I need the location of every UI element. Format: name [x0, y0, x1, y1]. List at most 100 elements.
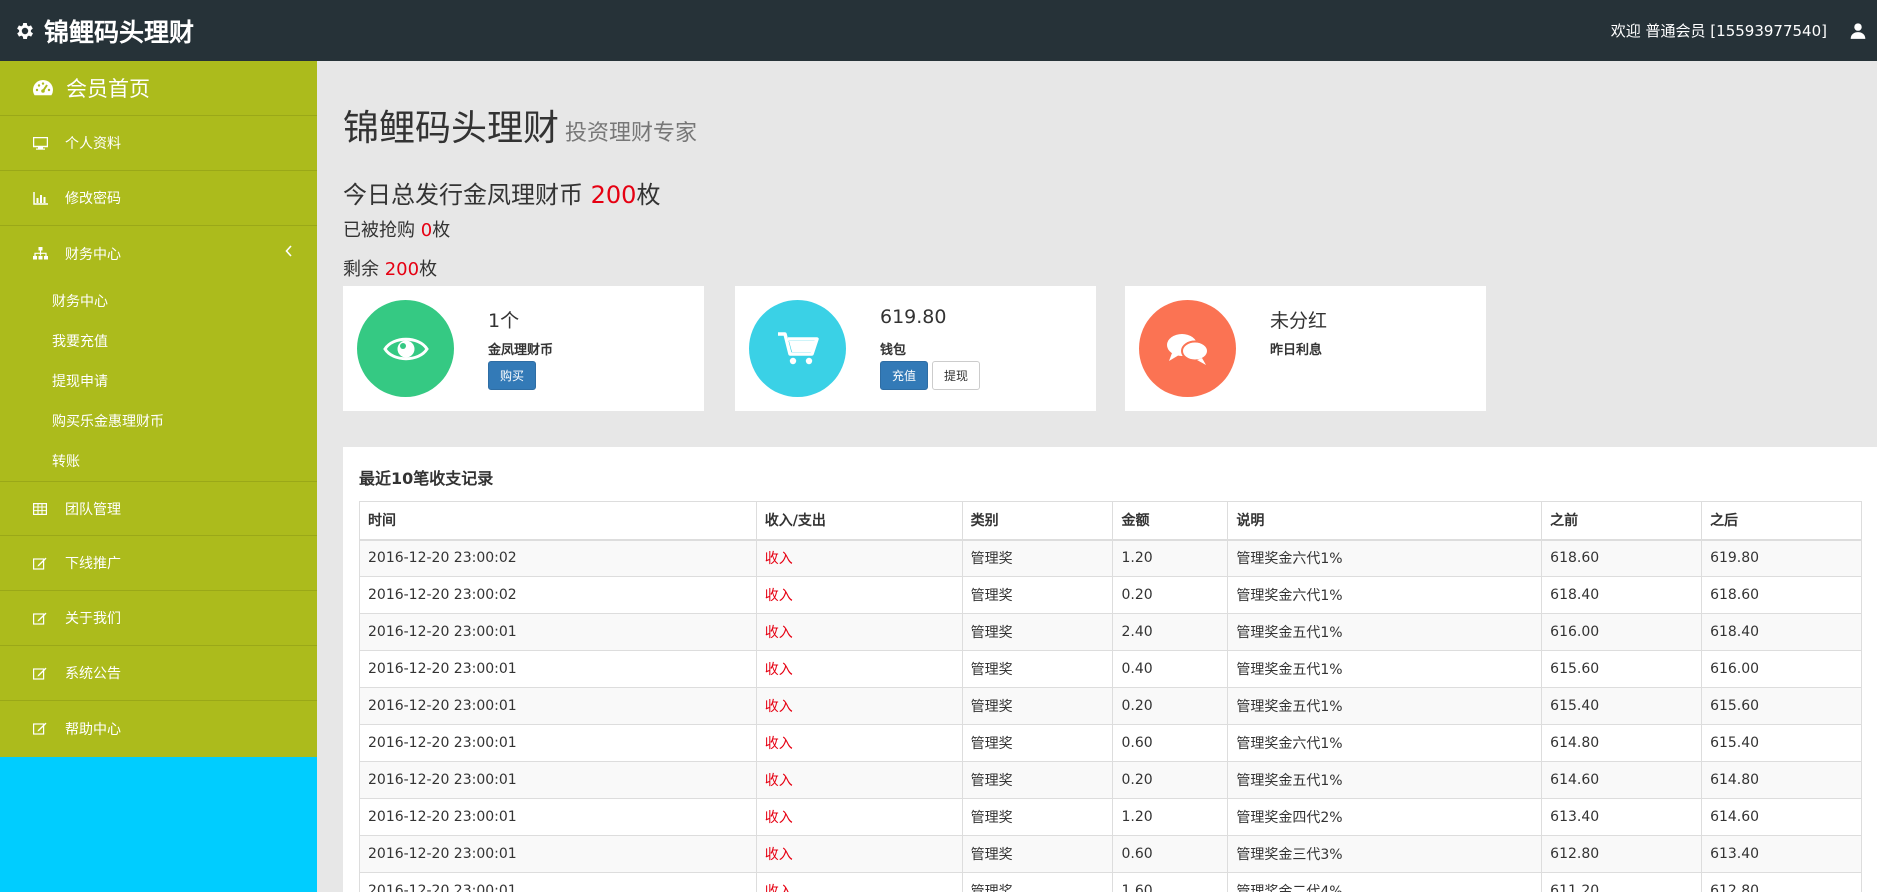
table-row: 2016-12-20 23:00:01 收入 管理奖 0.20 管理奖金五代1% 615.…	[359, 687, 1862, 725]
table-row: 2016-12-20 23:00:01 收入 管理奖 0.40 管理奖金五代1% 615.…	[359, 650, 1862, 688]
before-cell: 615.60	[1541, 650, 1703, 688]
after-cell: 618.60	[1701, 576, 1862, 614]
time-cell: 2016-12-20 23:00:01	[359, 613, 757, 651]
bar-chart-icon	[32, 191, 48, 205]
category-cell: 管理奖	[961, 613, 1114, 651]
sitemap-icon	[32, 247, 48, 261]
type-cell: 收入	[755, 761, 963, 799]
recharge-button[interactable]: 充值	[880, 361, 929, 390]
amount-cell: 1.20	[1112, 539, 1229, 577]
top-navbar: 锦鲤码头理财 欢迎 普通会员 [15593977540]	[0, 0, 1877, 61]
amount-cell: 1.60	[1112, 872, 1229, 892]
sidebar-item-help[interactable]: 帮助中心	[0, 701, 317, 756]
issued-stat: 今日总发行金凤理财币 200枚	[343, 175, 660, 210]
sidebar-subitem-buy-coin[interactable]: 购买乐金惠理财币	[0, 401, 317, 441]
type-cell: 收入	[755, 539, 963, 577]
eye-icon	[357, 300, 454, 397]
note-cell: 管理奖金六代1%	[1227, 539, 1543, 577]
column-header: 金额	[1112, 501, 1229, 541]
after-cell: 618.40	[1701, 613, 1862, 651]
category-cell: 管理奖	[961, 872, 1114, 892]
sidebar-item-announcements[interactable]: 系统公告	[0, 646, 317, 701]
note-cell: 管理奖金五代1%	[1227, 613, 1543, 651]
table-header-row: 时间 收入/支出 类别 金额 说明 之前 之后	[359, 501, 1862, 541]
coin-count: 1个	[488, 310, 520, 332]
sidebar-item-about[interactable]: 关于我们	[0, 591, 317, 646]
note-cell: 管理奖金四代2%	[1227, 798, 1543, 836]
note-cell: 管理奖金五代1%	[1227, 761, 1543, 799]
before-cell: 612.80	[1541, 835, 1703, 873]
type-cell: 收入	[755, 835, 963, 873]
issued-value: 200	[590, 181, 637, 209]
main-content: 锦鲤码头理财 投资理财专家 今日总发行金凤理财币 200枚 已被抢购 0枚 剩余 …	[317, 61, 1877, 892]
page-subtitle: 投资理财专家	[565, 121, 698, 146]
sidebar-item-home[interactable]: 会员首页	[0, 61, 317, 116]
sidebar-subitem-transfer[interactable]: 转账	[0, 441, 317, 481]
sidebar-filler	[0, 757, 317, 892]
interest-card: 未分红 昨日利息	[1125, 286, 1486, 411]
column-header: 说明	[1227, 501, 1543, 541]
amount-cell: 0.60	[1112, 835, 1229, 873]
note-cell: 管理奖金二代4%	[1227, 872, 1543, 892]
withdraw-button[interactable]: 提现	[932, 361, 981, 390]
note-cell: 管理奖金六代1%	[1227, 576, 1543, 614]
brand[interactable]: 锦鲤码头理财	[14, 0, 194, 61]
chevron-left-icon	[285, 245, 292, 257]
coin-card: 1个 金凤理财币 购买	[343, 286, 704, 411]
before-cell: 615.40	[1541, 687, 1703, 725]
category-cell: 管理奖	[961, 798, 1114, 836]
sidebar-item-label: 修改密码	[65, 191, 121, 207]
category-cell: 管理奖	[961, 539, 1114, 577]
type-cell: 收入	[755, 798, 963, 836]
column-header: 时间	[359, 501, 757, 541]
wallet-label: 钱包	[880, 343, 907, 358]
buy-button[interactable]: 购买	[488, 361, 537, 390]
edit-icon	[32, 666, 48, 680]
before-cell: 614.60	[1541, 761, 1703, 799]
sidebar-item-profile[interactable]: 个人资料	[0, 116, 317, 171]
time-cell: 2016-12-20 23:00:01	[359, 835, 757, 873]
after-cell: 616.00	[1701, 650, 1862, 688]
issued-unit: 枚	[636, 181, 661, 209]
after-cell: 612.80	[1701, 872, 1862, 892]
type-cell: 收入	[755, 724, 963, 762]
remain-unit: 枚	[419, 259, 438, 280]
bought-stat: 已被抢购 0枚	[343, 216, 450, 242]
amount-cell: 0.20	[1112, 687, 1229, 725]
sidebar-item-label: 下线推广	[65, 556, 121, 572]
amount-cell: 0.60	[1112, 724, 1229, 762]
edit-icon	[32, 556, 48, 570]
table-row: 2016-12-20 23:00:02 收入 管理奖 1.20 管理奖金六代1% 618.…	[359, 539, 1862, 577]
after-cell: 615.60	[1701, 687, 1862, 725]
remain-label: 剩余	[343, 259, 385, 280]
sidebar-item-finance[interactable]: 财务中心	[0, 226, 317, 281]
before-cell: 613.40	[1541, 798, 1703, 836]
shopping-cart-icon	[749, 300, 846, 397]
sidebar-item-label: 帮助中心	[65, 721, 121, 738]
bought-label: 已被抢购	[343, 220, 421, 241]
sidebar-item-team[interactable]: 团队管理	[0, 481, 317, 536]
sidebar-subitem-recharge[interactable]: 我要充值	[0, 321, 317, 361]
sidebar-subitem-finance-center[interactable]: 财务中心	[0, 281, 317, 321]
after-cell: 615.40	[1701, 724, 1862, 762]
page-title-text: 锦鲤码头理财	[343, 108, 560, 149]
column-header: 收入/支出	[755, 501, 963, 541]
sidebar-subitem-withdraw[interactable]: 提现申请	[0, 361, 317, 401]
interest-status: 未分红	[1270, 310, 1328, 332]
amount-cell: 2.40	[1112, 613, 1229, 651]
sidebar-item-change-password[interactable]: 修改密码	[0, 171, 317, 226]
category-cell: 管理奖	[961, 576, 1114, 614]
sidebar: 会员首页 个人资料 修改密码 财务中心 财务中心 我要充值 提现申请 购买乐金惠…	[0, 61, 317, 757]
wallet-card: 619.80 钱包 充值 提现	[735, 286, 1096, 411]
page-title: 锦鲤码头理财 投资理财专家	[343, 99, 697, 151]
table-icon	[32, 502, 48, 516]
comments-icon	[1139, 300, 1236, 397]
user-icon[interactable]	[1849, 22, 1867, 40]
type-cell: 收入	[755, 650, 963, 688]
interest-label: 昨日利息	[1270, 343, 1323, 358]
time-cell: 2016-12-20 23:00:01	[359, 798, 757, 836]
sidebar-item-promotion[interactable]: 下线推广	[0, 536, 317, 591]
brand-label: 锦鲤码头理财	[44, 17, 195, 47]
time-cell: 2016-12-20 23:00:02	[359, 539, 757, 577]
before-cell: 616.00	[1541, 613, 1703, 651]
